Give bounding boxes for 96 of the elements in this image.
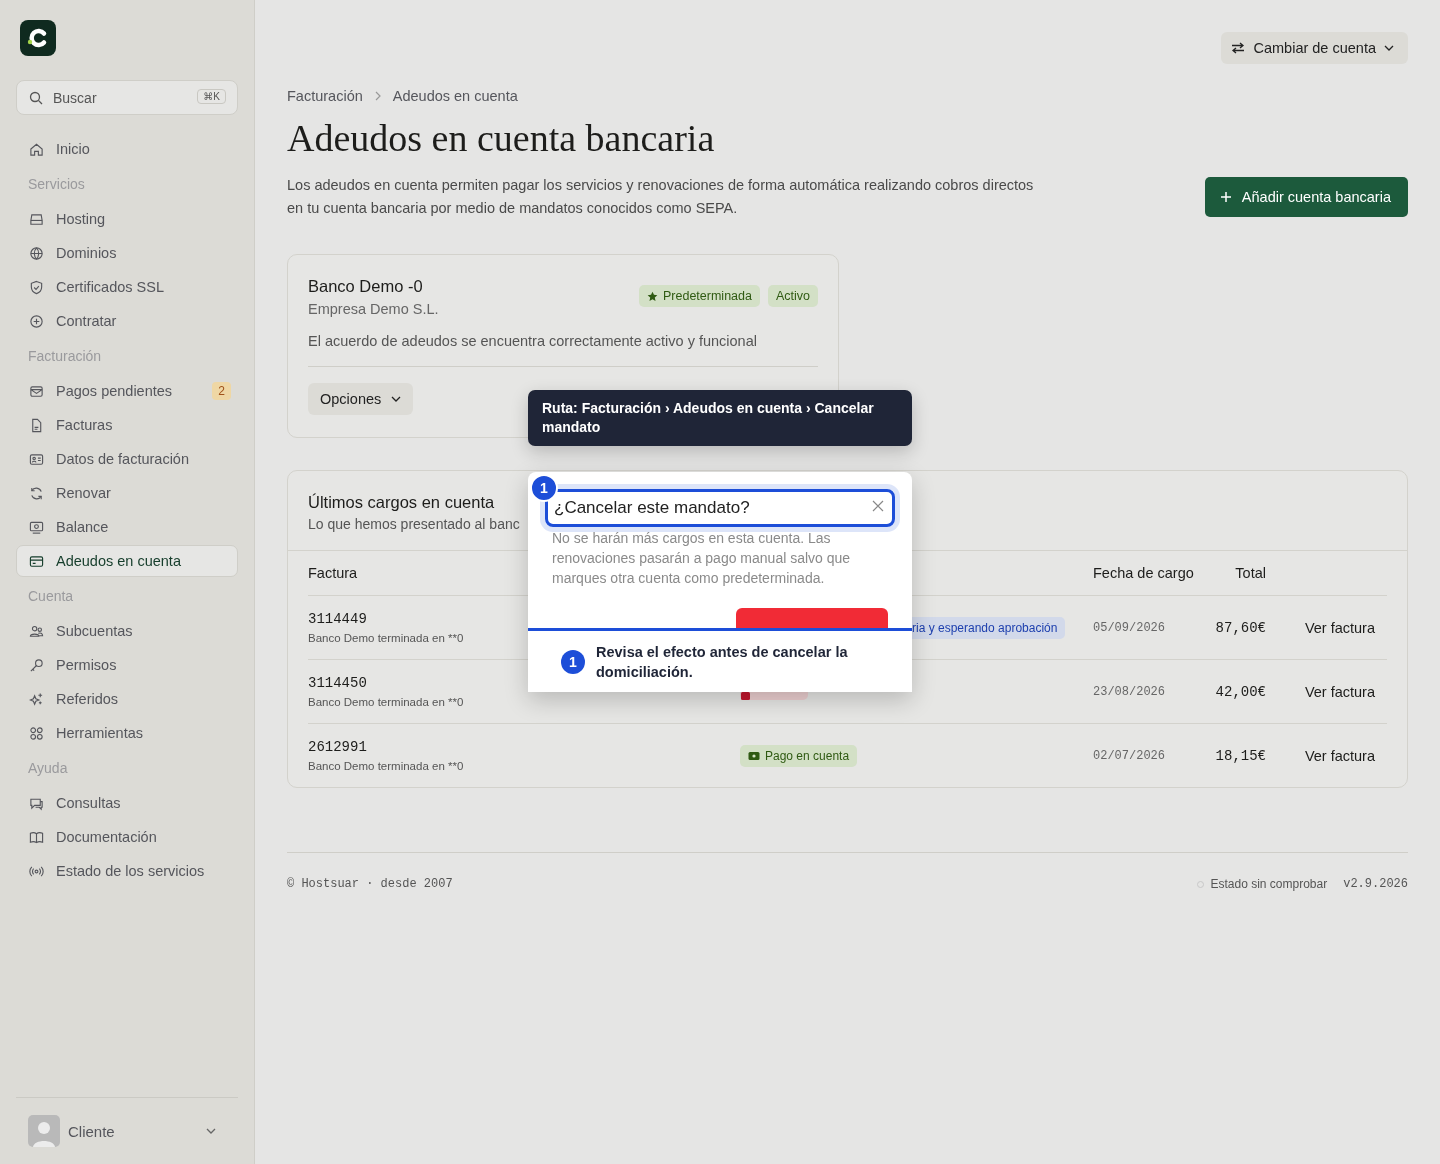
cash-icon [748, 750, 760, 761]
star-icon [647, 290, 658, 302]
account-holder: Empresa Demo S.L. [308, 301, 439, 317]
plus-icon [29, 313, 44, 329]
app-logo[interactable] [20, 20, 56, 56]
view-invoice-link[interactable]: Ver factura [1304, 683, 1375, 700]
view-invoice-link[interactable]: Ver factura [1304, 747, 1375, 764]
globe-icon [29, 245, 44, 261]
sidebar-item[interactable]: Facturas [16, 409, 238, 441]
file-icon [29, 417, 44, 433]
sidebar-item[interactable]: Referidos [16, 683, 238, 715]
section-subtitle: Lo que hemos presentado al banc [308, 516, 520, 532]
column-header: Fecha de cargo [1093, 565, 1194, 581]
status-badge: Pago en cuenta [740, 744, 858, 767]
card-icon [29, 553, 44, 569]
section-title: Últimos cargos en cuenta [308, 493, 495, 512]
sidebar-item[interactable]: Estado de los servicios [16, 855, 238, 887]
sidebar-item[interactable]: Certificados SSL [16, 271, 238, 303]
nav-section-label: Cuenta [27, 587, 75, 606]
callout-text: Revisa el efecto antes de cancelar la domiciliación. [596, 642, 849, 682]
swap-icon [1231, 42, 1246, 54]
chevron-down-icon [1384, 45, 1394, 51]
sidebar-item[interactable]: Consultas [16, 787, 238, 819]
sidebar-item[interactable]: Herramientas [16, 717, 238, 749]
breadcrumb-link[interactable]: Adeudos en cuenta [392, 88, 518, 104]
date-cell: 02/07/2026 [1093, 748, 1165, 763]
plus-icon [1219, 191, 1232, 203]
grid-icon [29, 725, 44, 741]
mail-icon [29, 383, 44, 399]
chevron-down-icon [391, 396, 402, 402]
invoice-number: 2612991 [308, 739, 367, 755]
column-header: Factura [308, 565, 358, 581]
sidebar-item[interactable]: Hosting [16, 203, 238, 235]
sidebar-item[interactable]: Permisos [16, 649, 238, 681]
close-icon[interactable] [872, 500, 884, 512]
shield-icon [29, 279, 44, 295]
monitor-icon [29, 519, 44, 535]
date-cell: 23/08/2026 [1093, 684, 1165, 699]
count-badge: 2 [212, 382, 231, 400]
invoice-number: 3114449 [308, 611, 367, 627]
date-cell: 05/09/2026 [1093, 620, 1165, 635]
chevron-down-icon [206, 1128, 216, 1134]
version-text: v2.9.2026 [1343, 877, 1408, 891]
page-title: Adeudos en cuenta bancaria [287, 116, 716, 160]
total-cell: 87,60€ [1215, 619, 1266, 636]
sidebar-item[interactable]: Contratar [16, 305, 238, 337]
sparkle-icon [29, 691, 44, 707]
add-bank-account-button[interactable]: Añadir cuenta bancaria [1204, 177, 1408, 217]
options-button[interactable]: Opciones [308, 383, 414, 415]
shortcut-hint: ⌘K [197, 89, 226, 104]
step-marker: 1 [561, 649, 585, 674]
invoice-account: Banco Demo terminada en **0 [308, 632, 464, 644]
chevron-right-icon [374, 91, 381, 101]
sidebar-item[interactable]: Datos de facturación [16, 443, 238, 475]
refresh-icon [29, 485, 44, 501]
breadcrumb-link[interactable]: Facturación [287, 88, 363, 104]
sidebar-item[interactable]: Pagos pendientes 2 [16, 375, 238, 407]
service-status: Estado sin comprobar [1210, 877, 1328, 891]
sidebar-item[interactable]: Documentación [16, 821, 238, 853]
signal-icon [29, 863, 44, 879]
dialog-text: No se harán más cargos en esta cuenta. Las renovaciones pasarán a pago manual salvo que marques otra cuenta como predeterminada. [552, 529, 852, 588]
view-invoice-link[interactable]: Ver factura [1304, 619, 1375, 636]
sidebar-item[interactable]: Adeudos en cuenta [16, 545, 238, 577]
total-cell: 18,15€ [1215, 747, 1266, 764]
page-description: Los adeudos en cuenta permiten pagar los servicios y renovaciones de forma automática realizando cobros directos en tu cuenta bancaria por medio de mandatos conocidos como SEPA. [287, 176, 1035, 218]
drive-icon [29, 211, 44, 227]
home-icon [29, 141, 44, 157]
switch-account-button[interactable]: Cambiar de cuenta [1221, 32, 1408, 64]
invoice-account: Banco Demo terminada en **0 [308, 760, 464, 772]
sidebar-item[interactable]: Subcuentas [16, 615, 238, 647]
key-icon [29, 657, 44, 673]
bank-name: Banco Demo -0 [308, 277, 424, 296]
invoice-number: 3114450 [308, 675, 367, 691]
search-icon [29, 91, 43, 105]
column-header: Total [1235, 565, 1266, 581]
nav-section-label: Ayuda [27, 759, 69, 778]
step-marker: 1 [530, 474, 558, 502]
status-tag: Activo [767, 285, 818, 307]
mandate-message: El acuerdo de adeudos se encuentra correctamente activo y funcional [308, 333, 758, 349]
route-tooltip: Ruta: Facturación › Adeudos en cuenta › Cancelar mandato [528, 390, 912, 446]
invoice-account: Banco Demo terminada en **0 [308, 696, 464, 708]
sidebar-item[interactable]: Dominios [16, 237, 238, 269]
nav-section-label: Facturación [27, 347, 103, 366]
copyright-text: © Hostsuar · desde 2007 [287, 877, 453, 891]
card-id-icon [29, 451, 44, 467]
sidebar-item[interactable]: Balance [16, 511, 238, 543]
alert-icon [740, 691, 751, 701]
avatar-icon [28, 1115, 60, 1147]
total-cell: 42,00€ [1215, 683, 1266, 700]
sidebar-item[interactable]: Inicio [16, 133, 238, 165]
book-icon [29, 829, 44, 845]
nav-section-label: Servicios [27, 175, 86, 194]
sidebar-item[interactable]: Renovar [16, 477, 238, 509]
user-menu[interactable]: Cliente [16, 1097, 238, 1164]
status-tag: Predeterminada [639, 285, 760, 307]
users-icon [29, 623, 44, 639]
